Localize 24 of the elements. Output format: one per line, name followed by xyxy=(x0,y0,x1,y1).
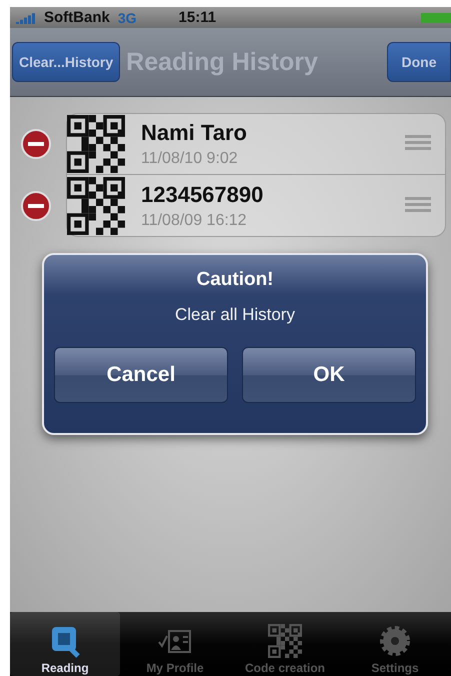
signal-icon xyxy=(16,12,36,24)
clear-history-button[interactable]: Clear...History xyxy=(12,42,120,82)
history-item[interactable]: Nami Taro 11/08/10 9:02 xyxy=(66,113,446,175)
settings-icon xyxy=(378,624,412,658)
alert-title: Caution! xyxy=(196,269,274,291)
carrier-name: SoftBank xyxy=(44,9,110,26)
delete-icon[interactable] xyxy=(20,128,52,160)
tab[interactable]: Reading xyxy=(10,612,120,676)
qr-code-icon xyxy=(67,176,125,234)
done-button[interactable]: Done xyxy=(387,42,451,82)
qr-code-icon-tab xyxy=(268,624,302,658)
qr-code-icon xyxy=(67,115,125,173)
item-date: 11/08/10 9:02 xyxy=(141,150,239,168)
item-date: 11/08/09 16:12 xyxy=(141,212,248,230)
item-title: 1234567890 xyxy=(141,182,264,208)
clock-time: 15:11 xyxy=(178,9,216,26)
battery-icon xyxy=(421,12,451,22)
item-title: Nami Taro xyxy=(141,120,248,146)
alert-button[interactable]: OK xyxy=(242,347,416,403)
delete-icon[interactable] xyxy=(20,190,52,222)
history-item[interactable]: 1234567890 11/08/09 16:12 xyxy=(66,175,446,237)
alert-message: Clear all History xyxy=(175,305,295,325)
network-type: 3G xyxy=(118,10,137,26)
alert-button[interactable]: Cancel xyxy=(54,347,228,403)
